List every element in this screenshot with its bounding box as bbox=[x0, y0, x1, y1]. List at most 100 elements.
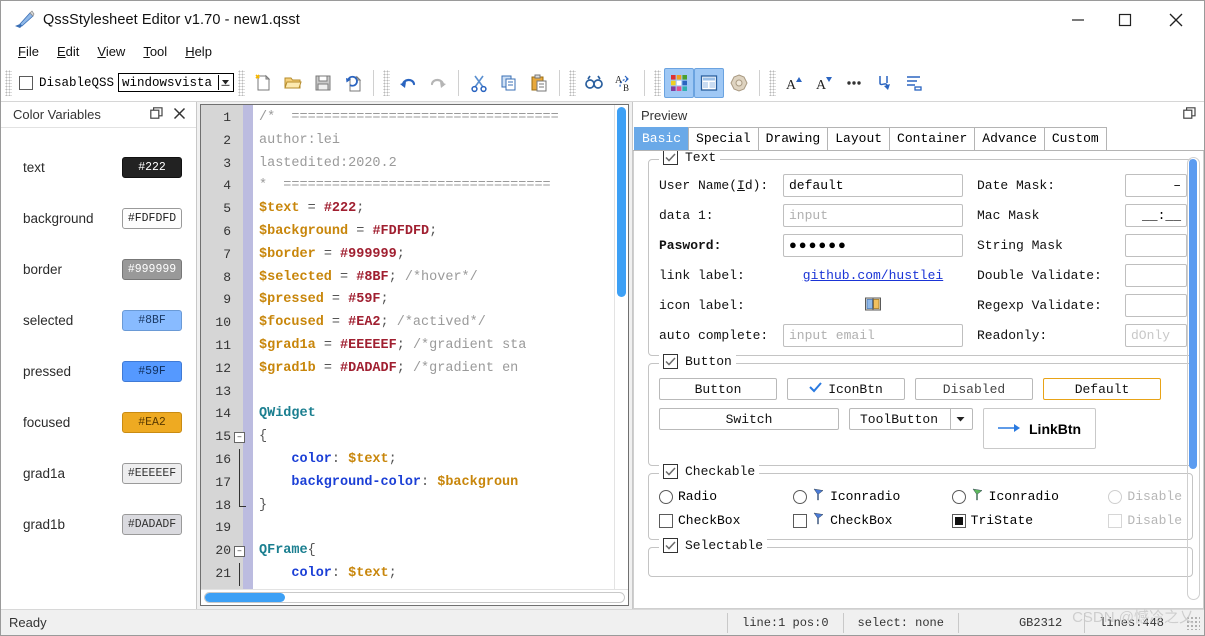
color-variable-swatch[interactable]: #999999 bbox=[122, 259, 182, 280]
preview-panel-icon[interactable] bbox=[694, 67, 725, 98]
menu-view[interactable]: View bbox=[88, 42, 134, 61]
toolbar-grip-1[interactable] bbox=[5, 69, 12, 96]
checkbox-box[interactable] bbox=[1108, 513, 1123, 528]
copy-icon[interactable] bbox=[494, 68, 524, 98]
mask-input[interactable]: – bbox=[1125, 174, 1187, 197]
code-editor[interactable]: 1 2 3 4 5 6 7 8 9 10 11 12 13 14 15 16 17 18 19 20 21 – – /* … bbox=[200, 104, 629, 606]
editor-vscroll-thumb[interactable] bbox=[617, 107, 626, 297]
toolbar-grip-2[interactable] bbox=[238, 69, 246, 96]
button-group-checkbox[interactable] bbox=[663, 354, 678, 369]
toolbar-grip-4[interactable] bbox=[569, 69, 577, 96]
open-file-icon[interactable] bbox=[278, 68, 308, 98]
tab-custom[interactable]: Custom bbox=[1043, 127, 1107, 150]
save-file-icon[interactable] bbox=[308, 68, 338, 98]
preview-float-icon[interactable] bbox=[1183, 107, 1196, 123]
paste-icon[interactable] bbox=[524, 68, 554, 98]
radio-button[interactable] bbox=[659, 489, 673, 504]
color-variable-swatch[interactable]: #FDFDFD bbox=[122, 208, 182, 229]
checkbox-box[interactable] bbox=[659, 513, 673, 528]
save-as-icon[interactable] bbox=[338, 68, 368, 98]
menu-edit[interactable]: Edit bbox=[48, 42, 88, 61]
checkbox-tristate-2[interactable]: TriState bbox=[951, 513, 1109, 528]
button-button[interactable]: Button bbox=[659, 378, 777, 400]
close-button[interactable] bbox=[1148, 1, 1204, 39]
checkbox-checkbox-1[interactable]: CheckBox bbox=[793, 512, 952, 529]
checkbox-disable-3[interactable]: Disable bbox=[1108, 513, 1182, 528]
more-icon[interactable] bbox=[839, 68, 869, 98]
fold-toggle-icon[interactable]: – bbox=[234, 432, 245, 444]
button-disabled[interactable]: Disabled bbox=[915, 378, 1033, 400]
checkbox-checkbox-0[interactable]: CheckBox bbox=[659, 513, 793, 528]
tab-advance[interactable]: Advance bbox=[974, 127, 1045, 150]
code-text[interactable]: /* ================================= auth… bbox=[253, 105, 628, 589]
tab-container[interactable]: Container bbox=[889, 127, 976, 150]
mask-input[interactable] bbox=[1125, 264, 1187, 287]
mask-input[interactable]: __:__ bbox=[1125, 204, 1187, 227]
menu-help[interactable]: Help bbox=[176, 42, 221, 61]
chevron-down-icon[interactable] bbox=[218, 75, 231, 90]
selectable-group-checkbox[interactable] bbox=[663, 538, 678, 553]
selectable-group-legend[interactable]: Selectable bbox=[659, 538, 768, 553]
link-label[interactable]: github.com/hustlei bbox=[783, 268, 963, 283]
tab-layout[interactable]: Layout bbox=[827, 127, 891, 150]
checkbox-box[interactable] bbox=[951, 513, 966, 528]
editor-vertical-scrollbar[interactable] bbox=[614, 105, 628, 589]
toolbar-grip-5[interactable] bbox=[654, 69, 662, 96]
cut-icon[interactable] bbox=[464, 68, 494, 98]
editor-viewport[interactable]: 1 2 3 4 5 6 7 8 9 10 11 12 13 14 15 16 17 18 19 20 21 – – /* … bbox=[201, 105, 628, 589]
editor-horizontal-scrollbar[interactable] bbox=[201, 589, 628, 605]
radio-button[interactable] bbox=[951, 489, 966, 504]
replace-icon[interactable]: A B bbox=[609, 68, 639, 98]
checkbox-box[interactable] bbox=[793, 513, 808, 528]
disable-qss-checkbox[interactable]: DisableQSS bbox=[15, 75, 118, 90]
password-field[interactable]: ●●●●●● bbox=[783, 234, 963, 257]
undo-icon[interactable] bbox=[393, 68, 423, 98]
menu-file[interactable]: File bbox=[9, 42, 48, 61]
radio-iconradio-1[interactable]: Iconradio bbox=[793, 488, 952, 505]
button-group-legend[interactable]: Button bbox=[659, 354, 736, 369]
link-button[interactable]: LinkBtn bbox=[983, 408, 1097, 449]
redo-icon[interactable] bbox=[423, 68, 453, 98]
font-decrease-icon[interactable]: A bbox=[809, 68, 839, 98]
color-variable-swatch[interactable]: #222 bbox=[122, 157, 182, 178]
maximize-button[interactable] bbox=[1101, 1, 1148, 39]
text-group-checkbox[interactable] bbox=[663, 151, 678, 165]
color-palette-icon[interactable] bbox=[664, 67, 695, 98]
radio-button[interactable] bbox=[1108, 489, 1123, 504]
editor-hscroll-thumb[interactable] bbox=[205, 593, 285, 602]
style-combo[interactable]: windowsvista bbox=[118, 73, 235, 92]
indent-icon[interactable] bbox=[899, 68, 929, 98]
radio-button[interactable] bbox=[793, 489, 808, 504]
toolbar-grip-3[interactable] bbox=[383, 69, 391, 96]
preview-vscroll-thumb[interactable] bbox=[1189, 159, 1197, 469]
preview-vertical-scrollbar[interactable] bbox=[1187, 157, 1200, 600]
new-file-icon[interactable] bbox=[248, 68, 278, 98]
text-input-placeholder[interactable]: input email bbox=[783, 324, 963, 347]
color-variable-swatch[interactable]: #8BF bbox=[122, 310, 182, 331]
minimize-button[interactable] bbox=[1054, 1, 1101, 39]
checkable-group-legend[interactable]: Checkable bbox=[659, 464, 760, 479]
wrap-icon[interactable] bbox=[869, 68, 899, 98]
radio-disable-3[interactable]: Disable bbox=[1108, 489, 1182, 504]
color-variable-swatch[interactable]: #EA2 bbox=[122, 412, 182, 433]
resize-grip[interactable] bbox=[1186, 615, 1200, 630]
close-dock-icon[interactable] bbox=[173, 107, 186, 123]
color-variable-swatch[interactable]: #EEEEEF bbox=[122, 463, 182, 484]
text-input-placeholder[interactable]: input bbox=[783, 204, 963, 227]
text-group-legend[interactable]: Text bbox=[659, 151, 721, 165]
fold-column[interactable]: – – bbox=[234, 105, 246, 589]
fold-toggle-icon[interactable]: – bbox=[234, 546, 245, 558]
font-increase-icon[interactable]: A bbox=[779, 68, 809, 98]
color-variable-swatch[interactable]: #DADADF bbox=[122, 514, 182, 535]
mask-input[interactable] bbox=[1125, 294, 1187, 317]
switch-button[interactable]: Switch bbox=[659, 408, 839, 430]
radio-iconradio-2[interactable]: Iconradio bbox=[951, 488, 1109, 505]
chevron-down-icon[interactable] bbox=[950, 409, 970, 429]
tool-button[interactable]: ToolButton bbox=[849, 408, 973, 430]
menu-tool[interactable]: Tool bbox=[134, 42, 176, 61]
float-dock-icon[interactable] bbox=[150, 106, 163, 123]
tab-basic[interactable]: Basic bbox=[634, 127, 690, 150]
button-default[interactable]: Default bbox=[1043, 378, 1161, 400]
checkable-group-checkbox[interactable] bbox=[663, 464, 678, 479]
color-variable-swatch[interactable]: #59F bbox=[122, 361, 182, 382]
